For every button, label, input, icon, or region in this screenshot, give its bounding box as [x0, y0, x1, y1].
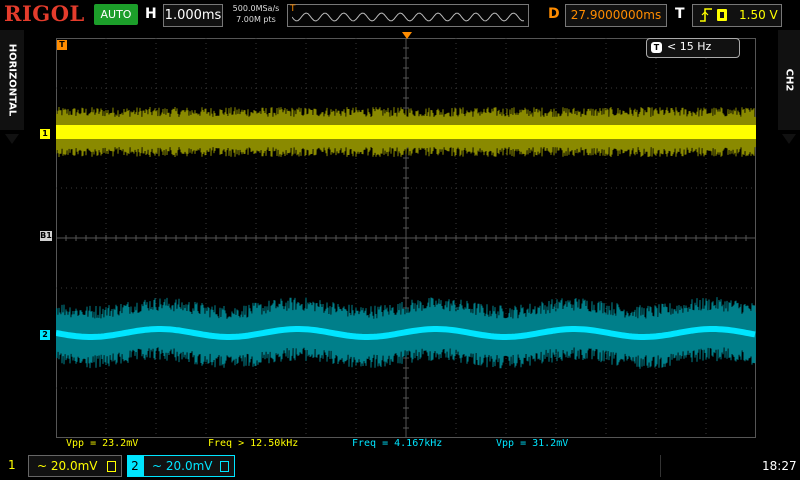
trigger-marker[interactable]: T [57, 40, 67, 50]
measurement-ch1-vpp: Vpp = 23.2mV [66, 438, 139, 449]
ch1-source-icon [717, 9, 727, 21]
filter-badge[interactable]: T < 15 Hz [646, 38, 740, 58]
trigger-label: T [675, 6, 685, 22]
ch2-scale-button[interactable]: ~ 20.0mV [143, 455, 235, 477]
measurement-ch2-vpp: Vpp = 31.2mV [496, 438, 569, 449]
filter-icon: T [651, 42, 662, 53]
trigger-time-marker-icon[interactable] [402, 32, 412, 39]
ch1-number[interactable]: 1 [8, 455, 16, 475]
acquisition-info: 500.0MSa/s 7.00M pts [228, 3, 284, 25]
ch1-trace [56, 125, 756, 139]
ch2-scale-value: ~ 20.0mV [152, 459, 213, 473]
ch2-offset-marker[interactable]: 2 [40, 330, 50, 340]
ch1-scale-value: ~ 20.0mV [37, 459, 98, 473]
brand-logo: RIGOL [4, 1, 85, 26]
trigger-settings[interactable]: 1.50 V [692, 4, 782, 27]
waveform-display[interactable] [56, 38, 756, 438]
horizontal-menu-tab[interactable]: HORIZONTAL [0, 30, 24, 144]
ch2-menu-tab[interactable]: CH2 [778, 30, 800, 144]
divider [660, 455, 661, 477]
ch1-scale-button[interactable]: ~ 20.0mV [28, 455, 122, 477]
top-status-bar: RIGOL AUTO H 1.000ms 500.0MSa/s 7.00M pt… [0, 0, 800, 30]
measurement-ch2-freq: Freq = 4.167kHz [352, 438, 443, 449]
horizontal-tab-label: HORIZONTAL [6, 43, 18, 117]
tab-arrow-icon [782, 134, 796, 144]
clock: 18:27 [762, 459, 797, 473]
graticule [56, 38, 756, 438]
timebase-value[interactable]: 1.000ms [163, 4, 223, 27]
delay-label: D [548, 6, 560, 22]
ch2-number[interactable]: 2 [127, 455, 143, 477]
rising-edge-icon [699, 7, 713, 26]
bus1-marker[interactable]: B1 [40, 231, 52, 241]
ch1-offset-marker[interactable]: 1 [40, 129, 50, 139]
delay-value[interactable]: 27.9000000ms [565, 4, 667, 27]
sample-rate: 500.0MSa/s [232, 4, 280, 13]
bandwidth-limit-icon [220, 461, 229, 472]
measurement-ch1-freq: Freq > 12.50kHz [208, 438, 299, 449]
memory-depth: 7.00M pts [236, 15, 276, 24]
timebase-label: H [145, 6, 157, 22]
filter-text: < 15 Hz [667, 40, 712, 53]
memory-waveform-icon [292, 12, 524, 22]
ch2-tab-label: CH2 [783, 68, 795, 92]
tab-arrow-icon [5, 134, 19, 144]
bandwidth-limit-icon [107, 461, 116, 472]
run-mode-button[interactable]: AUTO [94, 4, 138, 25]
trigger-level: 1.50 V [739, 8, 778, 22]
